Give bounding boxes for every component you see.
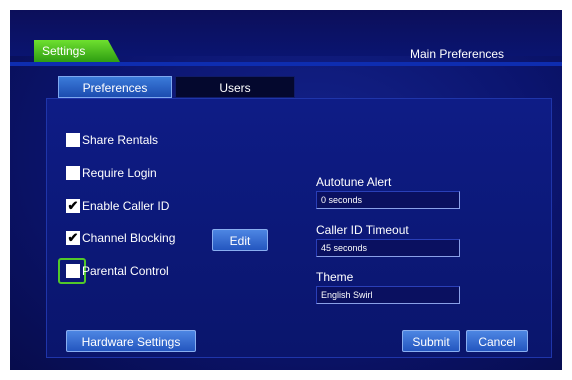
autotune-alert-label: Autotune Alert	[316, 175, 392, 189]
edit-button[interactable]: Edit	[212, 229, 268, 251]
checkbox-label: Channel Blocking	[82, 231, 176, 245]
channel-blocking-option[interactable]: ✔ Channel Blocking	[66, 229, 175, 247]
checkbox-label: Parental Control	[82, 264, 169, 278]
cancel-button[interactable]: Cancel	[466, 330, 528, 352]
theme-field[interactable]: English Swirl	[316, 286, 460, 304]
checkbox[interactable]	[66, 264, 80, 278]
settings-tab[interactable]: Settings	[34, 40, 120, 62]
settings-screen: Settings Main Preferences Preferences Us…	[10, 10, 562, 370]
share-rentals-option[interactable]: Share Rentals	[66, 131, 158, 149]
checkbox[interactable]: ✔	[66, 231, 80, 245]
header-divider	[10, 62, 562, 66]
checkbox[interactable]	[66, 166, 80, 180]
checkbox-label: Share Rentals	[82, 133, 159, 147]
checkbox[interactable]: ✔	[66, 199, 80, 213]
theme-label: Theme	[316, 270, 354, 284]
caller-id-timeout-field[interactable]: 45 seconds	[316, 239, 460, 257]
tab-preferences[interactable]: Preferences	[58, 76, 172, 98]
checkbox[interactable]	[66, 133, 80, 147]
submit-button[interactable]: Submit	[402, 330, 460, 352]
require-login-option[interactable]: Require Login	[66, 164, 157, 182]
checkbox-label: Require Login	[82, 166, 157, 180]
caller-id-timeout-label: Caller ID Timeout	[316, 223, 409, 237]
page-title: Main Preferences	[410, 47, 505, 61]
parental-control-option[interactable]: Parental Control	[66, 262, 169, 280]
tab-users[interactable]: Users	[175, 76, 295, 98]
enable-caller-id-option[interactable]: ✔ Enable Caller ID	[66, 197, 169, 215]
hardware-settings-button[interactable]: Hardware Settings	[66, 330, 196, 352]
checkbox-label: Enable Caller ID	[82, 199, 170, 213]
autotune-alert-field[interactable]: 0 seconds	[316, 191, 460, 209]
